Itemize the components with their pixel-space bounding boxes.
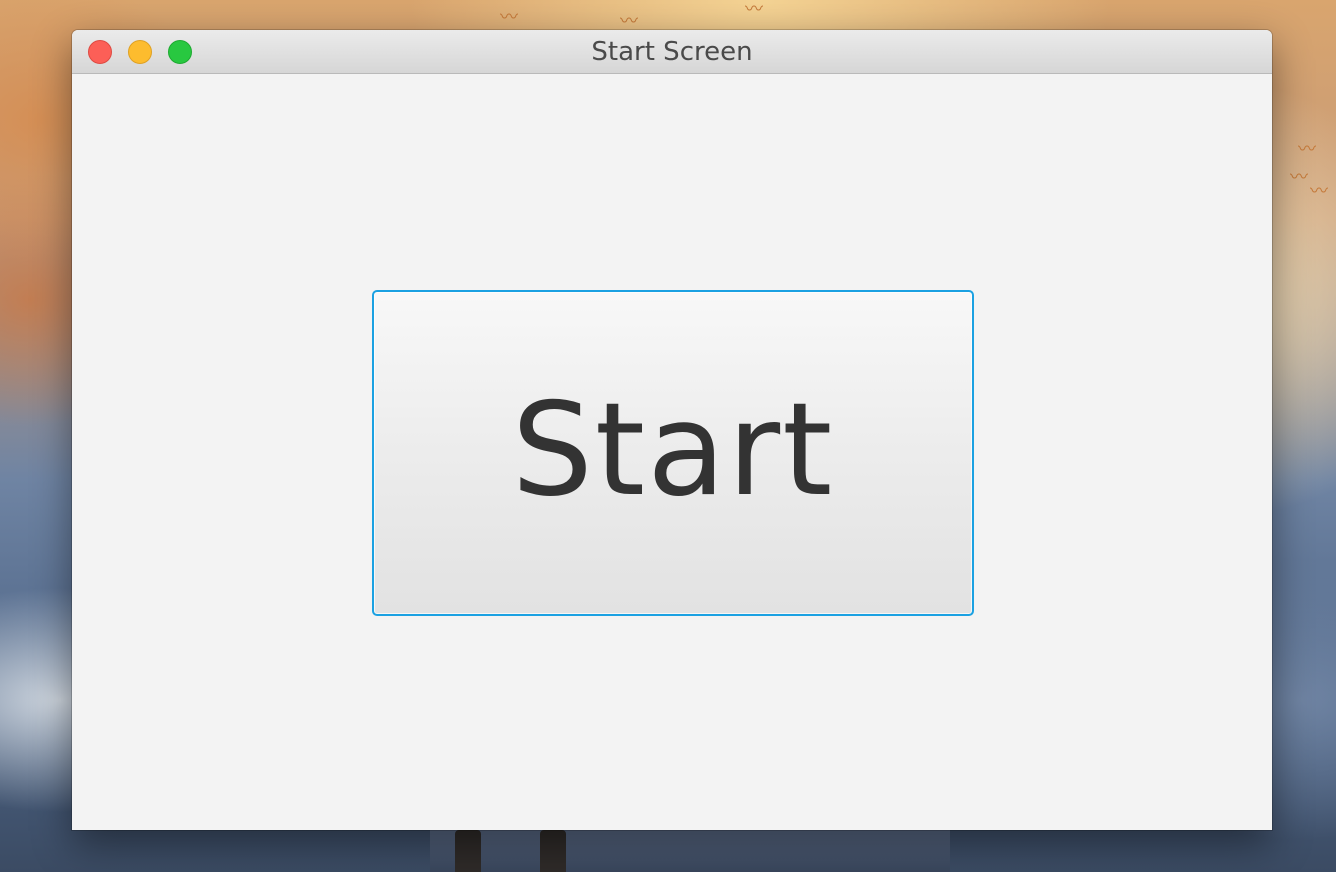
wallpaper-figure	[540, 830, 566, 872]
bird-decoration: 〰	[745, 0, 763, 19]
bird-decoration: 〰	[1298, 139, 1316, 159]
bird-decoration: 〰	[500, 7, 518, 27]
title-bar[interactable]: Start Screen	[72, 30, 1272, 74]
wallpaper-figure	[455, 830, 481, 872]
bird-decoration: 〰	[1290, 167, 1308, 187]
start-button[interactable]: Start	[372, 290, 974, 616]
wallpaper-ground	[430, 830, 950, 872]
start-button-label: Start	[511, 375, 835, 525]
bird-decoration: 〰	[620, 11, 638, 31]
window-title: Start Screen	[591, 37, 753, 67]
window-content: Start	[72, 74, 1272, 830]
bird-decoration: 〰	[1310, 181, 1328, 201]
app-window: Start Screen Start	[72, 30, 1272, 830]
